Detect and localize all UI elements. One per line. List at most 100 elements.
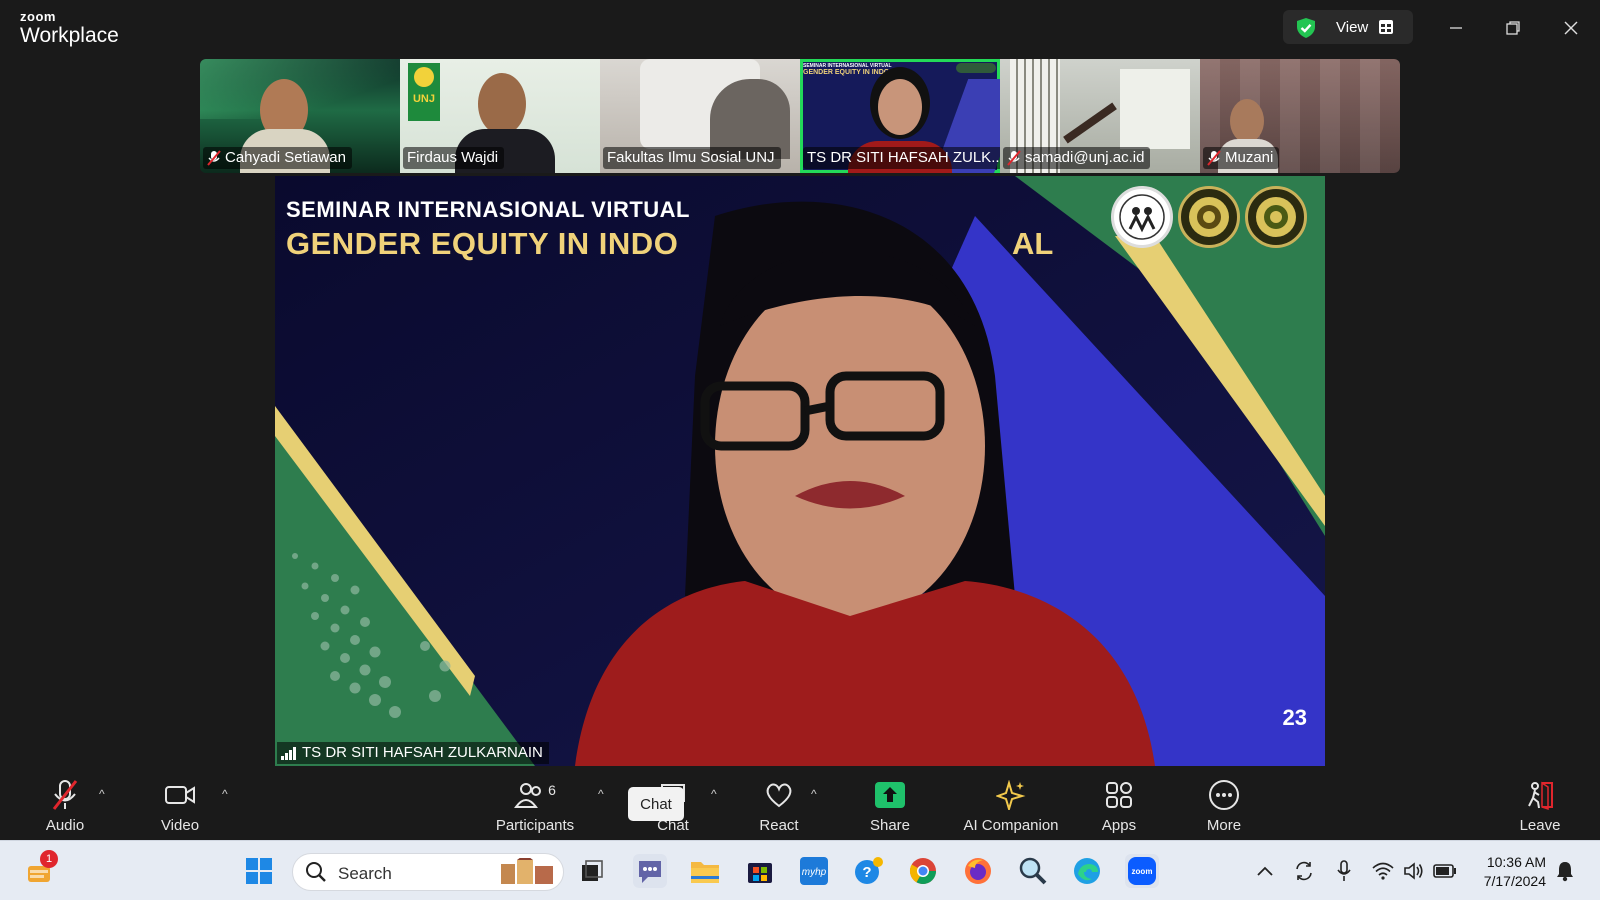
participants-options-caret-icon[interactable]: ^ <box>598 787 604 801</box>
task-view-button[interactable] <box>575 854 609 888</box>
zoom-app[interactable]: zoom <box>1125 854 1159 888</box>
brand-small-text: zoom <box>20 9 56 24</box>
svg-text:myhp: myhp <box>802 867 827 878</box>
video-label: Video <box>160 817 200 834</box>
more-button[interactable]: More <box>1199 779 1249 835</box>
faculty-seal-icon <box>1245 186 1307 248</box>
slide-title-line2: GENDER EQUITY IN INDO <box>286 226 679 261</box>
audio-label: Audio <box>45 817 85 834</box>
myhp-app[interactable]: myhp <box>797 854 831 888</box>
chat-options-caret-icon[interactable]: ^ <box>711 787 717 801</box>
chrome-icon <box>909 858 937 885</box>
magnifier-app[interactable] <box>1016 854 1050 888</box>
close-button[interactable] <box>1557 14 1585 42</box>
apps-button[interactable]: Apps <box>1094 779 1144 835</box>
participants-icon <box>514 783 542 808</box>
audio-button[interactable]: Audio <box>40 779 90 835</box>
grid-view-icon <box>1378 19 1394 40</box>
react-options-caret-icon[interactable]: ^ <box>811 787 817 801</box>
ai-companion-label: AI Companion <box>963 817 1059 834</box>
participant-name: Muzani <box>1225 149 1274 166</box>
battery-tray-button[interactable] <box>1428 854 1462 888</box>
zoom-app-icon: zoom <box>1128 857 1156 885</box>
participant-name-tag: TS DR SITI HAFSAH ZULK... <box>803 147 1000 169</box>
taskbar-clock[interactable]: 10:36 AM 7/17/2024 <box>1460 853 1546 891</box>
bell-icon <box>1557 862 1573 882</box>
video-options-caret-icon[interactable]: ^ <box>222 787 228 801</box>
unj-badge-text: UNJ <box>412 93 435 105</box>
taskbar-search-input[interactable]: Search <box>292 853 564 891</box>
participant-tile[interactable]: UNJ Firdaus Wajdi <box>400 59 600 173</box>
file-explorer-app[interactable] <box>688 854 722 888</box>
active-speaker-video[interactable]: SEMINAR INTERNASIONAL VIRTUAL GENDER EQU… <box>275 176 1325 766</box>
microphone-tray-button[interactable] <box>1327 854 1361 888</box>
view-button[interactable]: View <box>1283 10 1413 44</box>
university-seal-icon <box>1178 186 1240 248</box>
search-placeholder: Search <box>338 864 392 883</box>
participants-label: Participants <box>495 817 575 834</box>
slide-title-tail: AL <box>1012 226 1054 261</box>
slide-year-text: 23 <box>1282 705 1307 730</box>
wifi-icon <box>1372 862 1394 880</box>
muted-mic-icon <box>1007 150 1021 166</box>
volume-tray-button[interactable] <box>1397 854 1431 888</box>
participant-name-tag: samadi@unj.ac.id <box>1003 147 1151 169</box>
audio-options-caret-icon[interactable]: ^ <box>99 787 105 801</box>
speaker-name: TS DR SITI HAFSAH ZULKARNAIN <box>302 744 543 761</box>
chat-tooltip: Chat <box>628 787 684 821</box>
participant-thumbnail-strip: Cahyadi Setiawan UNJ Firdaus Wajdi Fakul… <box>200 59 1400 173</box>
participants-count: 6 <box>548 782 556 798</box>
video-button[interactable]: Video <box>155 779 205 835</box>
firefox-app[interactable] <box>961 854 995 888</box>
participant-name: samadi@unj.ac.id <box>1025 149 1145 166</box>
leave-label: Leave <box>1519 817 1561 834</box>
clock-date: 7/17/2024 <box>1483 873 1546 889</box>
participant-name-tag: Cahyadi Setiawan <box>203 147 352 169</box>
start-button[interactable] <box>242 854 276 888</box>
help-app[interactable]: ? <box>852 854 886 888</box>
share-label: Share <box>869 817 911 834</box>
participant-tile[interactable]: Muzani <box>1200 59 1400 173</box>
participant-name-tag: Fakultas Ilmu Sosial UNJ <box>603 147 781 169</box>
ai-companion-button[interactable]: AI Companion <box>955 779 1067 835</box>
participant-name: Fakultas Ilmu Sosial UNJ <box>607 149 775 166</box>
apps-icon <box>1106 782 1132 808</box>
react-label: React <box>759 817 799 834</box>
microsoft-store-app[interactable] <box>743 854 777 888</box>
show-hidden-icons-button[interactable] <box>1248 854 1282 888</box>
restore-button[interactable] <box>1499 14 1527 42</box>
task-view-icon <box>582 860 603 881</box>
share-button[interactable]: Share <box>862 779 918 835</box>
participant-tile-active-speaker[interactable]: SEMINAR INTERNASIONAL VIRTUAL GENDER EQU… <box>800 59 1000 173</box>
folder-icon <box>691 862 719 883</box>
sync-tray-button[interactable] <box>1287 854 1321 888</box>
apps-label: Apps <box>1101 817 1137 834</box>
zoom-meeting-window: zoom Workplace View Cahyadi Setiawan UNJ… <box>0 0 1600 900</box>
slide-title-line1: SEMINAR INTERNASIONAL VIRTUAL <box>286 197 690 222</box>
muted-microphone-icon <box>52 780 78 810</box>
unj-banner: UNJ <box>408 63 440 121</box>
wifi-tray-button[interactable] <box>1366 854 1400 888</box>
notifications-button[interactable] <box>1548 854 1582 888</box>
speaker-name-tag: TS DR SITI HAFSAH ZULKARNAIN <box>277 742 549 764</box>
participant-tile[interactable]: Cahyadi Setiawan <box>200 59 400 173</box>
participant-tile[interactable]: samadi@unj.ac.id <box>1000 59 1200 173</box>
leave-button[interactable]: Leave <box>1515 779 1565 835</box>
title-bar: zoom Workplace View <box>0 0 1600 56</box>
participant-name-tag: Muzani <box>1203 147 1280 169</box>
speaker-volume-icon <box>1404 862 1423 880</box>
participant-name: TS DR SITI HAFSAH ZULK... <box>807 149 1000 166</box>
heart-icon <box>766 783 792 808</box>
ai-sparkle-icon <box>996 780 1026 810</box>
chrome-app[interactable] <box>906 854 940 888</box>
minimize-button[interactable] <box>1442 14 1470 42</box>
chevron-up-icon <box>1257 866 1273 876</box>
teams-chat-icon <box>639 861 661 883</box>
security-shield-icon[interactable] <box>1295 17 1317 44</box>
signal-strength-icon <box>281 747 296 760</box>
edge-app[interactable] <box>1070 854 1104 888</box>
react-button[interactable]: React <box>752 779 806 835</box>
teams-chat-app[interactable] <box>633 854 667 888</box>
participants-button[interactable]: 6 Participants <box>490 779 580 835</box>
participant-tile[interactable]: Fakultas Ilmu Sosial UNJ <box>600 59 800 173</box>
